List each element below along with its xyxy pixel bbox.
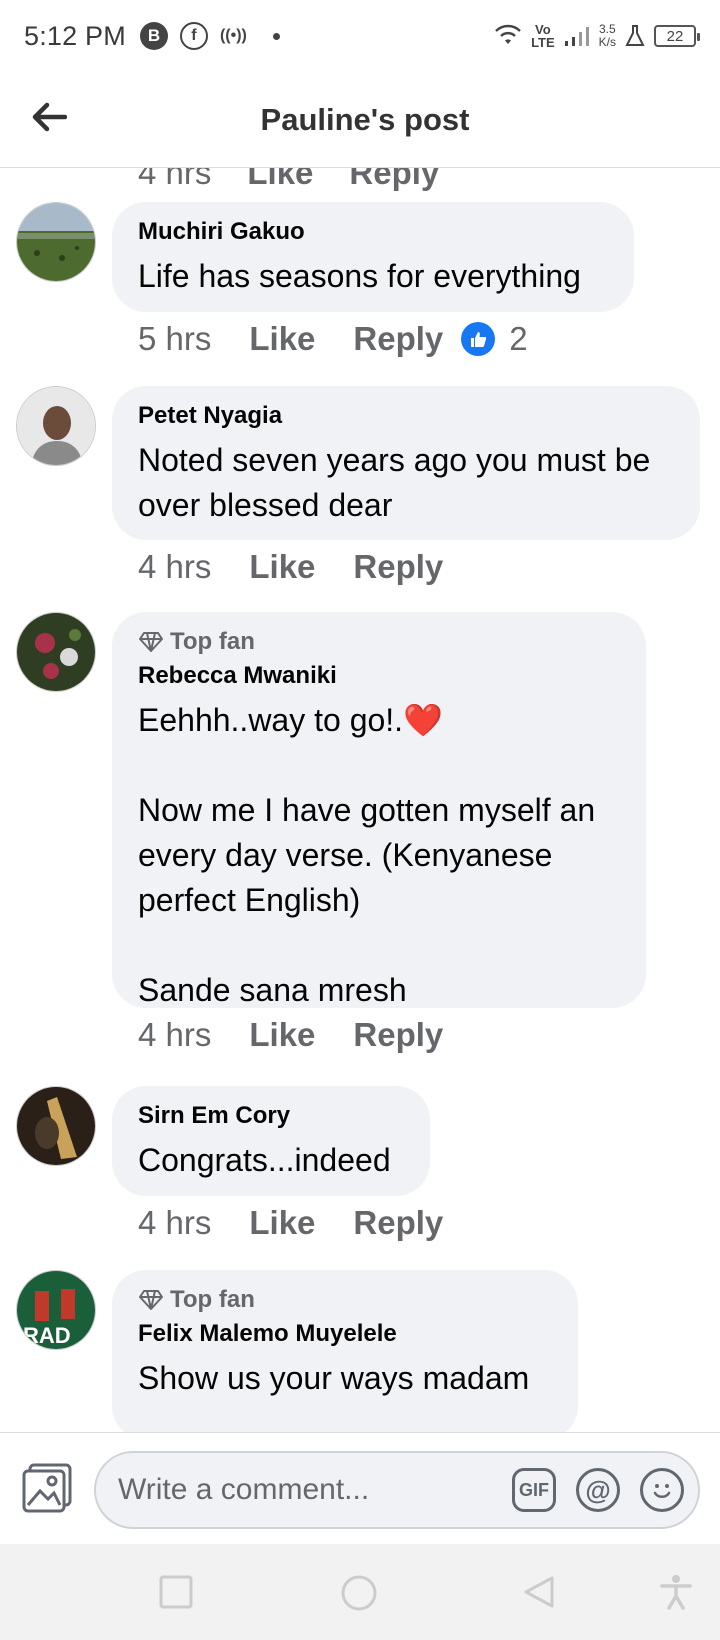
reply-button[interactable]: Reply — [353, 320, 443, 358]
comment-time: 4 hrs — [138, 168, 212, 191]
battery-level: 22 — [666, 27, 684, 45]
avatar[interactable] — [16, 1086, 96, 1166]
avatar-lettering: RAD — [23, 1323, 71, 1348]
status-time: 5:12 PM — [24, 20, 126, 51]
gif-label: GIF — [519, 1479, 549, 1500]
home-icon[interactable] — [340, 1574, 378, 1612]
accessibility-icon[interactable] — [658, 1574, 694, 1610]
like-button[interactable]: Like — [247, 168, 313, 192]
composer-tools: GIF @ — [512, 1468, 684, 1512]
diamond-icon — [139, 632, 163, 652]
status-system-icons: Vo LTE 3.5 K/s 22 — [493, 23, 700, 49]
battery-icon: 22 — [654, 25, 700, 47]
comment-actions: 4 hrs Like Reply — [138, 1016, 461, 1054]
top-fan-label: Top fan — [170, 1286, 255, 1313]
comment-text: Show us your ways madam — [138, 1360, 530, 1396]
comment-time: 4 hrs — [138, 1016, 212, 1053]
avatar[interactable]: RAD — [16, 1270, 96, 1350]
like-reaction-icon — [461, 322, 496, 356]
recent-apps-icon[interactable] — [158, 1574, 194, 1610]
page-title: Pauline's post — [260, 101, 470, 137]
reply-button[interactable]: Reply — [353, 1204, 443, 1242]
comment-time: 5 hrs — [138, 320, 212, 357]
avatar[interactable] — [16, 612, 96, 692]
comments-feed[interactable]: 4 hrs Like Reply Muchiri Gakuo Life has … — [0, 168, 720, 1432]
status-bar: 5:12 PM B f ((•)) Vo LTE 3.5 K/s 22 — [0, 0, 720, 72]
avatar[interactable] — [16, 386, 96, 466]
comment-time: 4 hrs — [138, 1204, 212, 1241]
mention-label: @ — [585, 1474, 611, 1505]
volte-bottom-label: LTE — [531, 35, 555, 50]
comment-text: Congrats...indeed — [138, 1142, 391, 1178]
volte-icon: Vo LTE — [531, 23, 555, 49]
comment-bubble[interactable]: Muchiri Gakuo Life has seasons for every… — [112, 202, 634, 312]
emoji-button[interactable] — [640, 1468, 684, 1512]
network-speed: 3.5 K/s — [599, 23, 616, 49]
comment-actions: 4 hrs Like Reply — [138, 1204, 461, 1242]
gif-button[interactable]: GIF — [512, 1468, 556, 1512]
reply-button[interactable]: Reply — [349, 168, 439, 192]
back-arrow-icon — [32, 102, 67, 132]
photo-button[interactable] — [20, 1461, 74, 1515]
reaction-count[interactable]: 2 — [461, 320, 528, 358]
b-app-icon: B — [139, 22, 168, 50]
comment-author[interactable]: Muchiri Gakuo — [138, 218, 608, 246]
reaction-count-value: 2 — [509, 320, 528, 357]
signal-icon — [564, 27, 589, 46]
comment-actions: 4 hrs Like Reply — [138, 548, 461, 586]
like-button[interactable]: Like — [249, 548, 315, 586]
like-button[interactable]: Like — [249, 320, 315, 358]
comment-input[interactable] — [118, 1473, 478, 1507]
comment-author[interactable]: Rebecca Mwaniki — [138, 662, 620, 690]
comment-text: Eehhh..way to go!.❤️ Now me I have gotte… — [138, 702, 596, 1008]
reply-button[interactable]: Reply — [353, 548, 443, 586]
post-header: Pauline's post — [0, 72, 720, 168]
photo-icon — [22, 1463, 72, 1513]
comment-box[interactable]: GIF @ — [94, 1451, 700, 1529]
previous-comment-meta: 4 hrs Like Reply — [138, 168, 439, 192]
wifi-icon — [495, 24, 521, 44]
comment-actions: 5 hrs Like Reply 2 — [138, 320, 528, 358]
system-navigation-bar — [0, 1544, 720, 1640]
like-button[interactable]: Like — [249, 1016, 315, 1054]
mention-button[interactable]: @ — [576, 1468, 620, 1512]
comment-text: Noted seven years ago you must be over b… — [138, 442, 660, 523]
comment-composer: GIF @ — [0, 1432, 720, 1544]
top-fan-label: Top fan — [170, 628, 255, 655]
smiley-icon — [653, 1484, 671, 1498]
comment-time: 4 hrs — [138, 548, 212, 585]
comment-bubble[interactable]: Petet Nyagia Noted seven years ago you m… — [112, 386, 700, 540]
top-fan-badge: Top fan — [138, 628, 620, 656]
comment-text: Life has seasons for everything — [138, 258, 581, 294]
facebook-icon: f — [179, 22, 208, 50]
dot-icon — [272, 32, 280, 40]
like-button[interactable]: Like — [249, 1204, 315, 1242]
top-fan-badge: Top fan — [138, 1286, 552, 1314]
status-notification-icons: B f ((•)) — [139, 22, 280, 50]
comment-author[interactable]: Felix Malemo Muyelele — [138, 1320, 552, 1348]
speed-unit: K/s — [598, 35, 616, 49]
back-button[interactable] — [26, 94, 72, 140]
diamond-icon — [139, 1290, 163, 1310]
avatar[interactable] — [16, 202, 96, 282]
comment-author[interactable]: Sirn Em Cory — [138, 1102, 404, 1130]
comment-bubble[interactable]: Sirn Em Cory Congrats...indeed — [112, 1086, 430, 1196]
comment-bubble[interactable]: Top fan Rebecca Mwaniki Eehhh..way to go… — [112, 612, 646, 1008]
back-nav-icon[interactable] — [522, 1574, 558, 1610]
reply-button[interactable]: Reply — [353, 1016, 443, 1054]
flask-icon — [625, 25, 645, 46]
comment-author[interactable]: Petet Nyagia — [138, 402, 674, 430]
comment-bubble[interactable]: Top fan Felix Malemo Muyelele Show us yo… — [112, 1270, 578, 1432]
hotspot-icon: ((•)) — [219, 27, 247, 44]
